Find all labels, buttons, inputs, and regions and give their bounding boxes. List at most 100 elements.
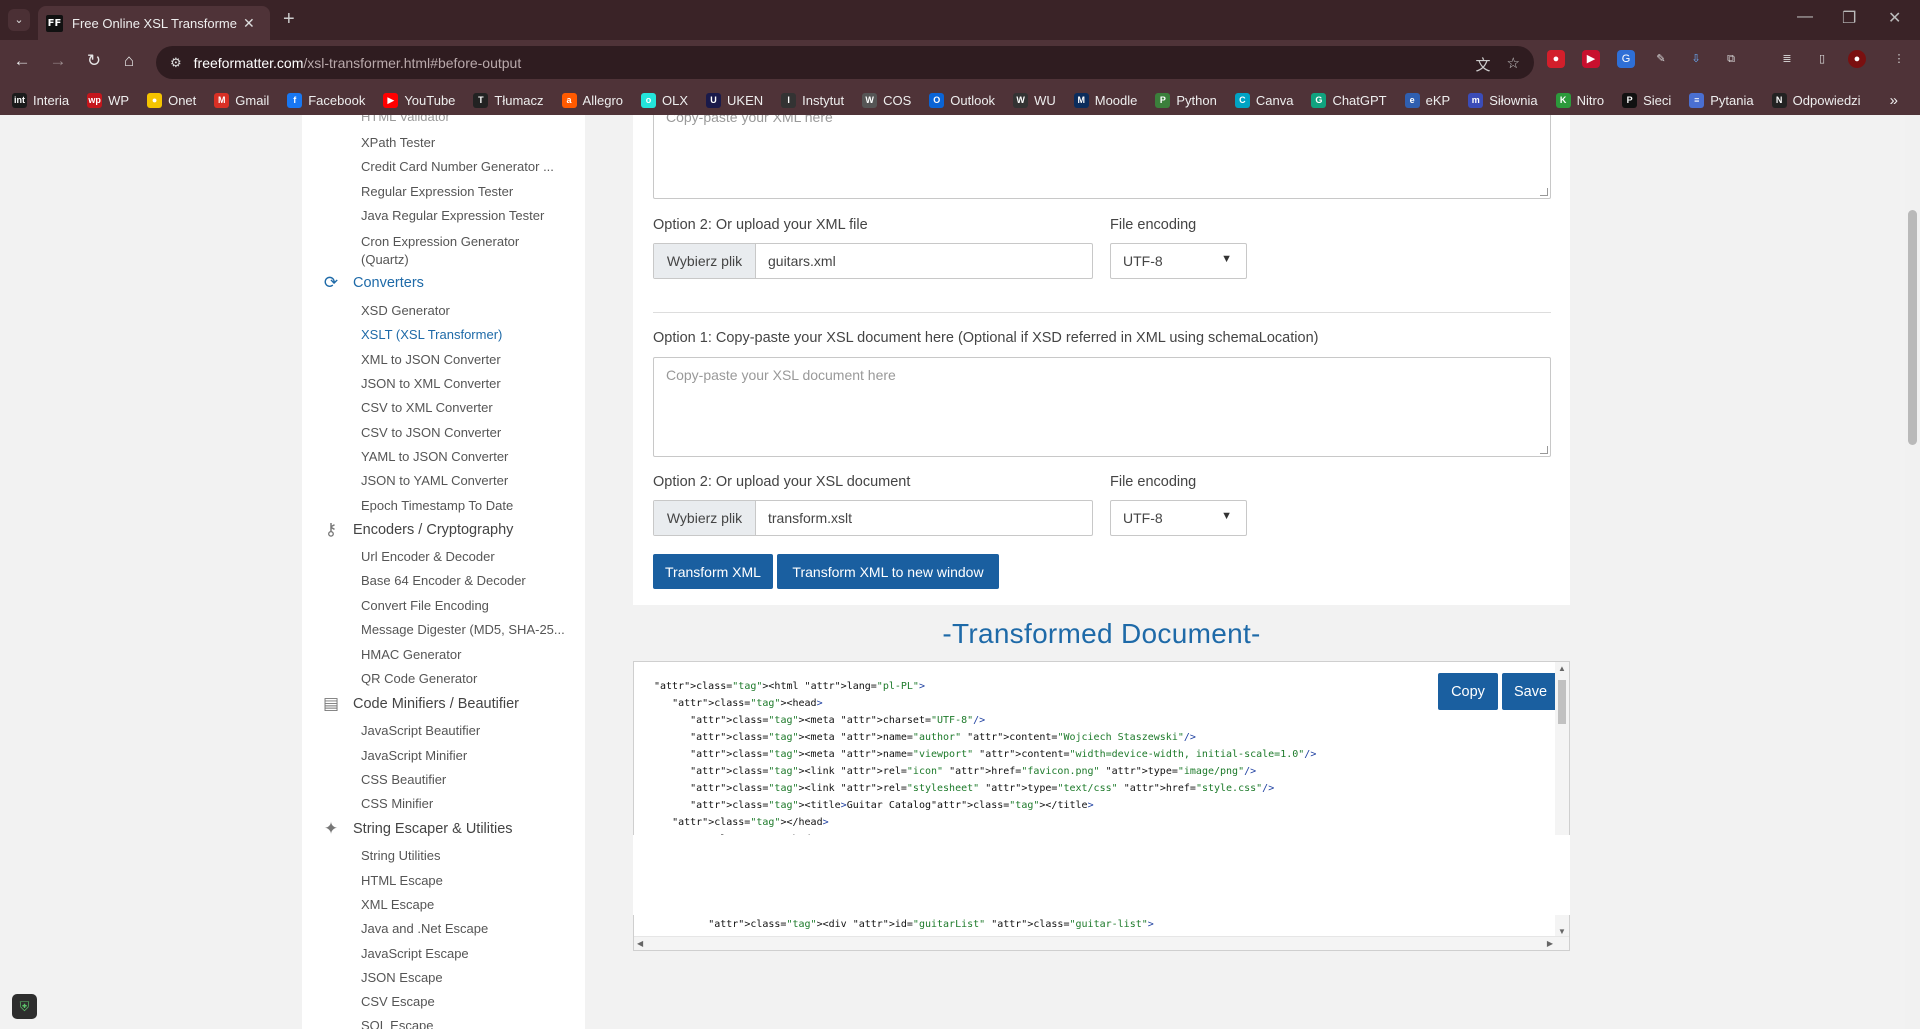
xsl-file-input[interactable]: Wybierz plik transform.xslt xyxy=(653,500,1093,536)
restore-icon[interactable]: ❐ xyxy=(1842,8,1856,28)
sidebar-item-js-minifier[interactable]: JavaScript Minifier xyxy=(361,748,467,763)
bookmark-canva[interactable]: C Canva xyxy=(1234,92,1293,108)
xml-file-input[interactable]: Wybierz plik guitars.xml xyxy=(653,243,1093,279)
download-icon[interactable]: ⇩ xyxy=(1687,50,1705,68)
side-panel-icon[interactable]: ▯ xyxy=(1813,50,1831,68)
page-scroll-thumb[interactable] xyxy=(1908,210,1917,445)
bookmark-sieci[interactable]: P Sieci xyxy=(1622,92,1671,108)
sidebar-item-csv-to-xml[interactable]: CSV to XML Converter xyxy=(361,400,493,415)
sidebar-item-message-digester[interactable]: Message Digester (MD5, SHA-25... xyxy=(361,622,565,637)
address-bar[interactable]: ⚙ freeformatter.com/xsl-transformer.html… xyxy=(156,46,1534,79)
bookmark-outlook[interactable]: O Outlook xyxy=(929,92,995,108)
bookmark-chatgpt[interactable]: G ChatGPT xyxy=(1311,92,1387,108)
sidebar-item-js-escape[interactable]: JavaScript Escape xyxy=(361,946,469,961)
bookmark-onet[interactable]: ● Onet xyxy=(147,92,196,108)
bookmark-odpowiedzi[interactable]: N Odpowiedzi xyxy=(1771,92,1861,108)
browser-tab-active[interactable]: FF Free Online XSL Transformer (X ✕ xyxy=(38,6,270,40)
forward-icon[interactable]: → xyxy=(47,51,69,71)
scroll-left-icon[interactable]: ◀ xyxy=(637,939,643,948)
bookmark-wu[interactable]: W WU xyxy=(1013,92,1056,108)
bookmarks-overflow-icon[interactable]: » xyxy=(1890,92,1898,109)
extension-adblock-icon[interactable]: ● xyxy=(1547,50,1565,68)
home-icon[interactable]: ⌂ xyxy=(118,51,140,71)
site-info-icon[interactable]: ⚙ xyxy=(170,55,182,71)
bookmark-instytut[interactable]: I Instytut xyxy=(781,92,844,108)
bookmark-allegro[interactable]: a Allegro xyxy=(561,92,623,108)
xsl-input-textarea[interactable]: Copy-paste your XSL document here xyxy=(653,357,1551,457)
sidebar-item-csv-escape[interactable]: CSV Escape xyxy=(361,994,435,1009)
sidebar-item-sql-escape[interactable]: SQL Escape xyxy=(361,1018,434,1029)
sidebar-category-escapers[interactable]: ✦ String Escaper & Utilities xyxy=(320,819,513,839)
page-scrollbar[interactable] xyxy=(1905,115,1920,1029)
sidebar-item-html-escape[interactable]: HTML Escape xyxy=(361,873,443,888)
xsl-encoding-select[interactable]: UTF-8 ▼ xyxy=(1110,500,1247,536)
sidebar-item-java-net-escape[interactable]: Java and .Net Escape xyxy=(361,921,488,936)
bookmark-moodle[interactable]: M Moodle xyxy=(1073,92,1137,108)
security-shield-icon[interactable]: ⛨ xyxy=(12,994,37,1019)
bookmark-siłownia[interactable]: m Siłownia xyxy=(1468,92,1538,108)
transform-xml-button[interactable]: Transform XML xyxy=(653,554,773,589)
sidebar-category-converters[interactable]: ⟳ Converters xyxy=(320,273,424,293)
back-icon[interactable]: ← xyxy=(11,51,33,71)
bookmark-pytania[interactable]: ≡ Pytania xyxy=(1689,92,1754,108)
profile-avatar-icon[interactable]: ● xyxy=(1848,50,1866,68)
bookmark-tłumacz[interactable]: T Tłumacz xyxy=(473,92,544,108)
sidebar-item-html-validator[interactable]: HTML Validator xyxy=(361,115,450,124)
sidebar-item-java-regex-tester[interactable]: Java Regular Expression Tester xyxy=(361,208,544,223)
sidebar-item-base64[interactable]: Base 64 Encoder & Decoder xyxy=(361,573,526,588)
minimize-icon[interactable]: — xyxy=(1797,8,1813,26)
sidebar-item-hmac[interactable]: HMAC Generator xyxy=(361,647,461,662)
sidebar-item-json-escape[interactable]: JSON Escape xyxy=(361,970,443,985)
bookmark-nitro[interactable]: K Nitro xyxy=(1555,92,1604,108)
bookmark-interia[interactable]: int Interia xyxy=(12,92,69,108)
browser-menu-icon[interactable]: ⋮ xyxy=(1890,50,1908,68)
scroll-thumb[interactable] xyxy=(1558,680,1566,724)
bookmark-gmail[interactable]: M Gmail xyxy=(214,92,269,108)
sidebar-item-xslt[interactable]: XSLT (XSL Transformer) xyxy=(361,327,502,342)
sidebar-item-js-beautifier[interactable]: JavaScript Beautifier xyxy=(361,723,480,738)
sidebar-item-credit-card-generator[interactable]: Credit Card Number Generator ... xyxy=(361,159,554,174)
sidebar-item-regex-tester[interactable]: Regular Expression Tester xyxy=(361,184,513,199)
sidebar-item-yaml-to-json[interactable]: YAML to JSON Converter xyxy=(361,449,508,464)
sidebar-item-xsd-generator[interactable]: XSD Generator xyxy=(361,303,450,318)
extension-video-icon[interactable]: ▶ xyxy=(1582,50,1600,68)
bookmark-uken[interactable]: U UKEN xyxy=(706,92,763,108)
scroll-right-icon[interactable]: ▶ xyxy=(1547,939,1553,948)
sidebar-item-json-to-xml[interactable]: JSON to XML Converter xyxy=(361,376,501,391)
new-tab-icon[interactable]: + xyxy=(283,8,295,31)
extension-translate-icon[interactable]: G xyxy=(1617,50,1635,68)
eyedropper-icon[interactable]: ✎ xyxy=(1652,50,1670,68)
sidebar-item-csv-to-json[interactable]: CSV to JSON Converter xyxy=(361,425,501,440)
sidebar-item-xml-escape[interactable]: XML Escape xyxy=(361,897,434,912)
translate-icon[interactable]: 文 xyxy=(1476,54,1491,75)
sidebar-item-convert-encoding[interactable]: Convert File Encoding xyxy=(361,598,489,613)
bookmark-youtube[interactable]: ▶ YouTube xyxy=(383,92,455,108)
transform-new-window-button[interactable]: Transform XML to new window xyxy=(777,554,999,589)
bookmark-olx[interactable]: o OLX xyxy=(641,92,688,108)
sidebar-item-epoch-timestamp[interactable]: Epoch Timestamp To Date xyxy=(361,498,513,513)
sidebar-item-css-minifier[interactable]: CSS Minifier xyxy=(361,796,433,811)
xml-input-textarea[interactable]: Copy-paste your XML here xyxy=(653,115,1551,199)
extensions-puzzle-icon[interactable]: ⧉ xyxy=(1722,50,1740,68)
sidebar-category-minifiers[interactable]: ▤ Code Minifiers / Beautifier xyxy=(320,694,519,714)
sidebar-item-xpath-tester[interactable]: XPath Tester xyxy=(361,135,435,150)
scroll-up-icon[interactable]: ▲ xyxy=(1558,664,1566,673)
sidebar-item-url-encoder[interactable]: Url Encoder & Decoder xyxy=(361,549,495,564)
sidebar-item-css-beautifier[interactable]: CSS Beautifier xyxy=(361,772,446,787)
sidebar-item-qr-code[interactable]: QR Code Generator xyxy=(361,671,477,686)
save-button[interactable]: Save xyxy=(1502,673,1559,710)
resize-grip-icon[interactable] xyxy=(1540,188,1548,196)
scroll-down-icon[interactable]: ▼ xyxy=(1558,927,1566,936)
sidebar-item-xml-to-json[interactable]: XML to JSON Converter xyxy=(361,352,501,367)
bookmark-star-icon[interactable]: ☆ xyxy=(1507,54,1520,75)
bookmark-python[interactable]: P Python xyxy=(1155,92,1217,108)
window-close-icon[interactable]: ✕ xyxy=(1888,8,1901,28)
sidebar-item-json-to-yaml[interactable]: JSON to YAML Converter xyxy=(361,473,508,488)
bookmark-cos[interactable]: W COS xyxy=(862,92,911,108)
xml-encoding-select[interactable]: UTF-8 ▼ xyxy=(1110,243,1247,279)
xml-choose-file-button[interactable]: Wybierz plik xyxy=(654,244,756,278)
sidebar-item-cron-generator[interactable]: Cron Expression Generator (Quartz) xyxy=(361,233,561,269)
code-horizontal-scrollbar[interactable]: ◀ ▶ xyxy=(634,936,1569,950)
bookmark-ekp[interactable]: e eKP xyxy=(1404,92,1450,108)
copy-button[interactable]: Copy xyxy=(1438,673,1498,710)
